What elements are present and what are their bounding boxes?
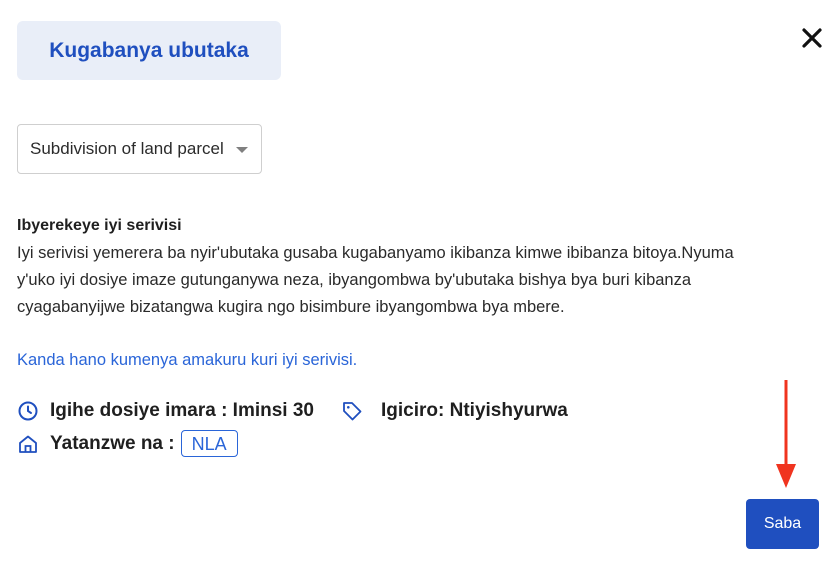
about-line: Iyi serivisi yemerera ba nyir'ubutaka gu… [17, 244, 734, 262]
provider-badge: NLA [180, 430, 238, 457]
service-select-value: Subdivision of land parcel [30, 139, 224, 158]
provider-label: Yatanzwe na : [50, 432, 175, 454]
tag-icon [341, 400, 363, 422]
clock-icon [17, 400, 39, 422]
close-button[interactable] [798, 24, 826, 52]
about-line: cyagabanyijwe bizatangwa kugira ngo bisi… [17, 298, 565, 316]
duration-text: Igihe dosiye imara : Iminsi 30 [50, 400, 314, 421]
about-line: y'uko iyi dosiye imaze gutunganywa neza,… [17, 271, 692, 289]
arrow-down-annotation [776, 380, 796, 488]
dropdown-caret-icon [236, 147, 248, 153]
close-icon [802, 28, 822, 48]
submit-button[interactable]: Saba [746, 499, 819, 549]
provider-row: Yatanzwe na : NLA [17, 430, 238, 457]
service-tab[interactable]: Kugabanya ubutaka [17, 21, 281, 80]
service-tab-label: Kugabanya ubutaka [49, 38, 249, 62]
duration-row: Igihe dosiye imara : Iminsi 30 [17, 400, 314, 422]
more-info-link[interactable]: Kanda hano kumenya amakuru kuri iyi seri… [17, 351, 357, 370]
home-icon [17, 433, 39, 455]
about-description: Iyi serivisi yemerera ba nyir'ubutaka gu… [17, 240, 807, 321]
service-select[interactable]: Subdivision of land parcel [17, 124, 262, 174]
about-heading: Ibyerekeye iyi serivisi [17, 217, 182, 234]
price-row: Igiciro: Ntiyishyurwa [341, 400, 568, 422]
price-text: Igiciro: Ntiyishyurwa [381, 400, 568, 421]
